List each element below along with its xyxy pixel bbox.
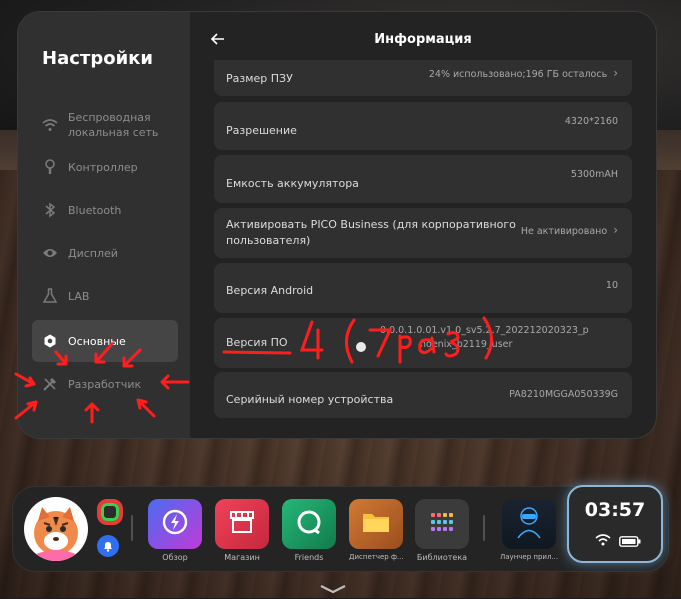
status-clock-widget[interactable]: 03:57 — [567, 485, 663, 563]
info-row-software-version[interactable]: Версия ПО 0.0.0.1.0.01.v1.0_sv5.2.7_2022… — [214, 318, 632, 368]
grid-icon — [430, 512, 454, 536]
info-row-battery: Емкость аккумулятора 5300mAH — [214, 155, 632, 203]
info-row-android: Версия Android 10 — [214, 263, 632, 313]
notification-bell-icon[interactable] — [97, 535, 119, 557]
wifi-icon — [42, 117, 58, 133]
sidebar-item-bluetooth[interactable]: Bluetooth — [32, 190, 178, 230]
sidebar-item-general[interactable]: Основные — [32, 320, 178, 362]
settings-sidebar: Настройки Беспроводная локальная сеть Кон… — [18, 12, 190, 438]
chevron-down-icon[interactable] — [318, 580, 348, 594]
avatar[interactable] — [24, 497, 88, 561]
controller-icon — [42, 159, 58, 175]
chevron-right-icon: › — [613, 66, 618, 80]
friends-ring-icon — [295, 508, 323, 540]
settings-panel: Настройки Беспроводная локальная сеть Кон… — [18, 12, 656, 438]
lightning-icon — [162, 509, 188, 539]
sidebar-item-display[interactable]: Дисплей — [32, 233, 178, 273]
vr-launcher-icon — [514, 505, 544, 543]
bottom-dock: Обзор Магазин Friends Диспетчер ф... Биб… — [13, 485, 668, 571]
folder-icon — [361, 510, 391, 538]
flask-icon — [42, 288, 58, 304]
settings-gear-icon — [42, 333, 58, 349]
sidebar-item-wlan[interactable]: Беспроводная локальная сеть — [32, 104, 178, 146]
activity-rings-icon[interactable] — [97, 499, 123, 525]
battery-icon — [619, 532, 641, 551]
info-row-resolution: Разрешение 4320*2160 — [214, 102, 632, 150]
dock-app-overview[interactable]: Обзор — [148, 499, 202, 562]
bluetooth-icon — [42, 202, 58, 218]
dock-app-launcher[interactable]: Лаунчер прил... — [500, 499, 558, 561]
info-row-storage[interactable]: Размер ПЗУ 24% использовано;196 ГБ остал… — [214, 60, 632, 96]
info-content: Информация Размер ПЗУ 24% использовано;1… — [190, 12, 656, 438]
sidebar-title: Настройки — [42, 48, 154, 69]
dock-app-file-manager[interactable]: Диспетчер ф... — [349, 499, 404, 561]
info-header: Информация — [190, 12, 656, 66]
dock-app-friends[interactable]: Friends — [282, 499, 336, 562]
dock-app-library[interactable]: Библиотека — [415, 499, 469, 562]
sidebar-item-controller[interactable]: Контроллер — [32, 147, 178, 187]
back-arrow-icon[interactable] — [208, 29, 228, 49]
dock-app-store[interactable]: Магазин — [215, 499, 269, 562]
eye-icon — [42, 245, 58, 261]
info-row-pico-business[interactable]: Активировать PICO Business (для корпорат… — [214, 208, 632, 258]
clock-time: 03:57 — [584, 499, 646, 521]
info-row-serial: Серийный номер устройства PA8210MGGA0503… — [214, 372, 632, 418]
sidebar-item-developer[interactable]: Разработчик — [32, 364, 178, 404]
chevron-right-icon: › — [613, 223, 618, 237]
tools-icon — [42, 376, 58, 392]
sidebar-item-lab[interactable]: LAB — [32, 276, 178, 316]
wifi-status-icon — [595, 531, 611, 550]
store-icon — [228, 509, 256, 539]
page-title: Информация — [374, 31, 472, 47]
